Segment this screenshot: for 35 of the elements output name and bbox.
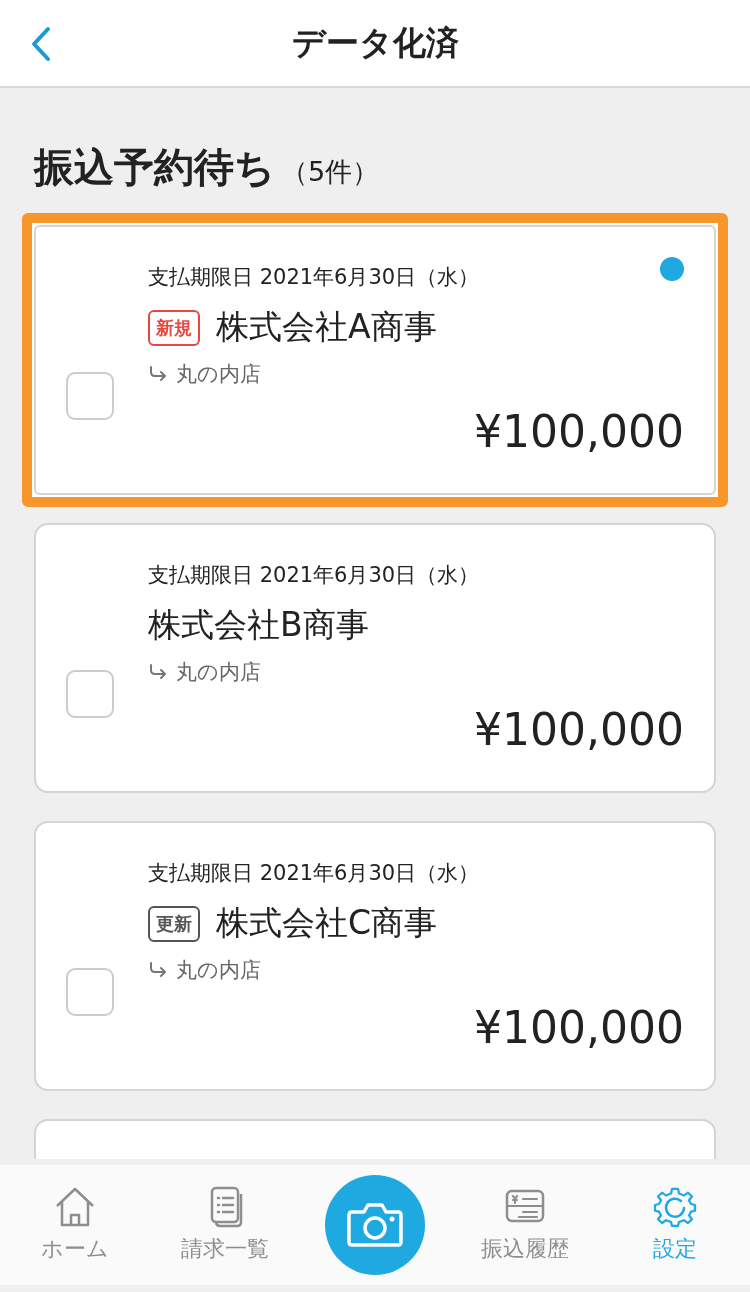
- amount: ¥100,000: [474, 1002, 684, 1053]
- section-title: 振込予約待ち: [34, 143, 275, 192]
- amount: ¥100,000: [474, 406, 684, 457]
- invoice-card[interactable]: 支払期限日 2021年6月30日（水） 株式会社B商事 丸の内店 ¥100,000: [34, 523, 716, 793]
- branch-name: 丸の内店: [176, 659, 261, 686]
- return-arrow-icon: [148, 365, 168, 383]
- return-arrow-icon: [148, 663, 168, 681]
- status-tag: 更新: [148, 905, 200, 942]
- due-date: 支払期限日 2021年6月30日（水）: [148, 264, 480, 291]
- status-tag: 新規: [148, 309, 200, 346]
- invoice-card[interactable]: 支払期限日 2021年6月30日（水） 新規 株式会社A商事 丸の内店 ¥100,000: [34, 225, 716, 495]
- invoice-card[interactable]: 支払期限日 2021年6月30日（水） 更新 株式会社C商事 丸の内店 ¥100,000: [34, 821, 716, 1091]
- company-name: 株式会社A商事: [216, 306, 437, 348]
- checkbox[interactable]: [66, 968, 114, 1016]
- branch-name: 丸の内店: [176, 957, 261, 984]
- tab-item[interactable]: 振込履歴: [450, 1186, 600, 1264]
- screen-title: データ化済: [291, 21, 459, 64]
- due-date: 支払期限日 2021年6月30日（水）: [148, 860, 480, 887]
- back-button[interactable]: [30, 26, 52, 62]
- due-date: 支払期限日 2021年6月30日（水）: [148, 562, 480, 589]
- camera-icon: [346, 1202, 404, 1248]
- return-arrow-icon: [148, 961, 168, 979]
- company-name: 株式会社B商事: [148, 604, 369, 646]
- tab-item[interactable]: 請求一覧: [150, 1186, 300, 1264]
- checkbox[interactable]: [66, 670, 114, 718]
- settings-icon: [653, 1186, 697, 1228]
- tab-item[interactable]: ホーム: [0, 1186, 150, 1264]
- company-name: 株式会社C商事: [216, 902, 438, 944]
- tab-item[interactable]: 設定: [600, 1186, 750, 1264]
- checkbox[interactable]: [66, 372, 114, 420]
- amount: ¥100,000: [474, 704, 684, 755]
- item-count: （5件）: [281, 155, 380, 189]
- invoice-card[interactable]: [34, 1119, 716, 1159]
- back-icon: [30, 26, 52, 62]
- branch-name: 丸の内店: [176, 361, 261, 388]
